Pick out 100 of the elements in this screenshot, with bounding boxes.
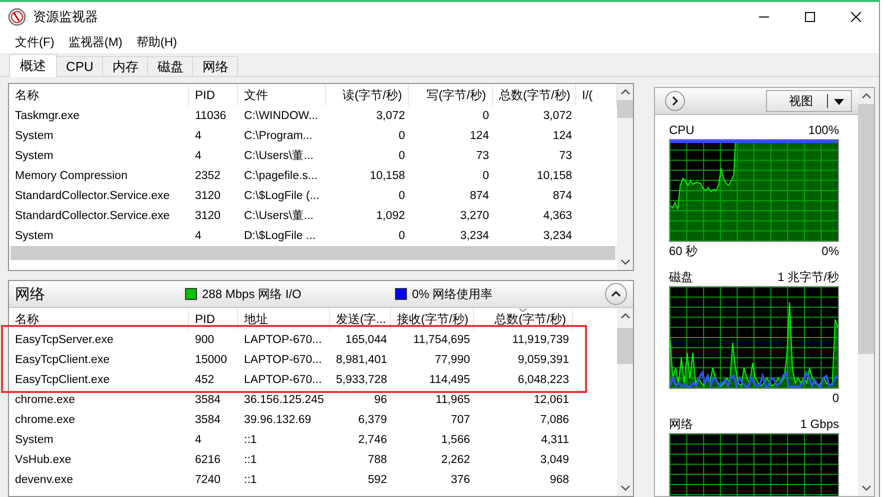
column-header[interactable]: PID [189, 308, 238, 330]
expand-button[interactable] [665, 91, 685, 111]
table-cell-text: 874 [552, 189, 573, 204]
table-cell-text: Memory Compression [14, 169, 128, 184]
column-header[interactable]: 地址 [238, 308, 330, 330]
tab[interactable]: 概述 [9, 54, 57, 77]
tab[interactable]: 磁盘 [148, 56, 194, 76]
scroll-down-icon[interactable] [620, 259, 630, 265]
table-cell-text: 10,158 [368, 169, 406, 184]
column-header[interactable]: 名称 [9, 308, 189, 330]
table-cell-text: 114,495 [428, 373, 471, 388]
view-button[interactable]: 视图 [766, 90, 852, 112]
table-cell-text: 376 [450, 473, 471, 488]
table-cell-text: 0 [398, 229, 406, 244]
chevron-right-icon [672, 96, 678, 106]
table-cell-text: 3,270 [459, 209, 490, 224]
table-cell-text: 10,158 [536, 169, 573, 184]
table-cell-text: C:\WINDOW... [243, 109, 320, 124]
table-cell-text: VsHub.exe [14, 453, 72, 468]
table-cell-text: 0 [398, 129, 406, 144]
legend-label: 0% 网络使用率 [412, 286, 493, 302]
chevron-up-icon [611, 291, 621, 297]
menu-item[interactable]: 监视器(M) [61, 34, 130, 51]
tab[interactable]: 内存 [103, 56, 148, 76]
graph-scale-label: 1 兆字节/秒 [778, 268, 839, 286]
table-cell-text: 2352 [194, 169, 222, 184]
graph-title: CPU [669, 123, 694, 137]
table-cell-text: 707 [450, 413, 471, 428]
scroll-up-icon[interactable] [862, 93, 870, 99]
table-cell-text: System [14, 149, 54, 164]
table-cell-text: 6,048,223 [516, 373, 570, 388]
caret-icon [827, 94, 845, 108]
menu-item[interactable]: 帮助(H) [129, 34, 184, 51]
graph-min-label: 0% [822, 244, 839, 258]
table-cell-text: 73 [558, 149, 573, 164]
table-cell-text: System [14, 129, 54, 144]
scrollbar-thumb[interactable] [617, 328, 633, 364]
table-cell-text: 6216 [194, 453, 222, 468]
section-title: 网络 [15, 284, 46, 304]
column-header[interactable]: 写(字节/秒) [409, 84, 493, 106]
table-cell-text: 5,933,728 [335, 373, 388, 388]
tab[interactable]: 网络 [193, 56, 238, 76]
table-cell-text: 15000 [194, 353, 228, 368]
table-cell-text: 1,092 [375, 209, 406, 224]
table-cell-text: 39.96.132.69 [243, 413, 312, 428]
scroll-up-icon[interactable] [620, 89, 630, 95]
scroll-down-icon[interactable] [862, 485, 870, 491]
table-cell-text: 3584 [194, 393, 222, 408]
table-cell-text: 0 [482, 169, 490, 184]
tab[interactable]: CPU [57, 56, 104, 76]
table-cell-text: EasyTcpClient.exe [14, 373, 111, 388]
vertical-scrollbar[interactable] [858, 88, 874, 496]
graph-scale-label: 100% [808, 123, 839, 137]
table-cell-text: LAPTOP-670... [243, 353, 323, 368]
table-cell-text: 3584 [194, 413, 222, 428]
table-cell-text: 7240 [194, 473, 222, 488]
time-span-label: 60 秒 [669, 242, 698, 260]
column-header[interactable]: 接收(字节/秒) [391, 308, 474, 330]
column-header[interactable]: 总数(字节/秒) [493, 84, 576, 106]
table-cell-text: 73 [475, 149, 490, 164]
column-header[interactable]: 发送(字... [330, 308, 391, 330]
table-cell-text: 452 [194, 373, 216, 388]
table-cell-text: 4 [194, 149, 202, 164]
column-header[interactable]: PID [189, 84, 238, 106]
menu-item[interactable]: 文件(F) [8, 34, 62, 51]
table-cell-text: 1,566 [440, 433, 471, 448]
table-cell-text: 4 [194, 129, 202, 144]
vertical-scrollbar[interactable] [617, 308, 633, 496]
table-cell-text: 968 [548, 473, 570, 488]
table-cell-text: devenv.exe [14, 473, 74, 488]
table-cell-text: 36.156.125.245 [243, 393, 325, 408]
graph-title: 网络 [669, 416, 693, 432]
table-cell-text: EasyTcpClient.exe [14, 353, 111, 368]
table-cell-text: 4 [194, 229, 202, 244]
table-cell-text: 124 [468, 129, 490, 144]
column-header[interactable]: 文件 [238, 84, 326, 106]
table-cell-text: LAPTOP-670... [243, 333, 323, 348]
scrollbar-thumb[interactable] [617, 100, 633, 118]
collapse-button[interactable] [605, 283, 627, 305]
table-cell-text: System [14, 433, 54, 448]
table-cell-text: C:\Program... [243, 129, 314, 144]
column-header[interactable]: 名称 [9, 84, 189, 106]
table-cell-text: C:\pagefile.s... [243, 169, 319, 184]
scroll-up-icon[interactable] [620, 313, 630, 319]
table-cell-text: 2,262 [440, 453, 471, 468]
horizontal-scrollbar[interactable] [9, 246, 617, 260]
graph-title: 磁盘 [669, 268, 693, 286]
table-cell-text: 165,044 [344, 333, 388, 348]
legend-label: 288 Mbps 网络 I/O [202, 286, 302, 302]
table-cell-text: 4,363 [542, 209, 573, 224]
vertical-scrollbar[interactable] [617, 84, 633, 270]
column-header[interactable]: 读(字节/秒) [326, 84, 409, 106]
table-cell-text: Taskmgr.exe [14, 109, 81, 124]
scroll-down-icon[interactable] [620, 485, 630, 491]
graph-min-label: 0 [832, 391, 839, 405]
table-cell-text: ::1 [243, 453, 258, 468]
table-cell-text: 8,981,401 [335, 353, 388, 368]
table-cell-text: 4 [194, 433, 202, 448]
scrollbar-thumb[interactable] [858, 104, 874, 354]
table-cell-text: C:\Users\董... [243, 148, 315, 164]
